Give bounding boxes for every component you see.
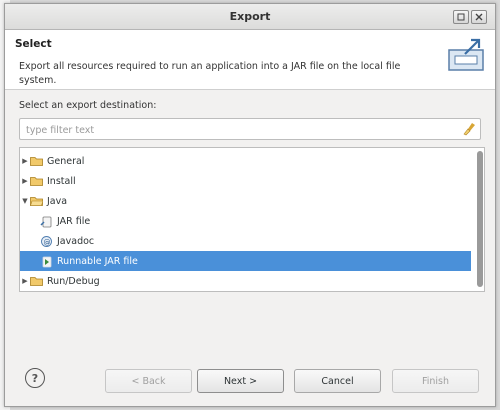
open-folder-icon xyxy=(30,197,43,206)
folder-icon xyxy=(30,177,43,186)
tree-item-label: Run/Debug xyxy=(47,275,100,287)
tree-item-label: Java xyxy=(47,195,68,207)
javadoc-icon: @ xyxy=(41,235,52,247)
export-wizard-icon xyxy=(448,38,484,71)
wizard-header: Select Export all resources required to … xyxy=(5,30,495,90)
tree-item-javadoc[interactable]: @ Javadoc xyxy=(20,231,471,251)
help-button[interactable]: ? xyxy=(25,368,45,388)
destination-tree[interactable]: ▶ General ▶ Install ▼ Java JAR file @ Ja… xyxy=(19,147,485,292)
runnable-jar-icon xyxy=(42,256,52,267)
expand-arrow-icon[interactable]: ▶ xyxy=(20,177,30,185)
tree-scrollbar[interactable] xyxy=(475,150,483,289)
export-dialog: Export Select Export all resources requi… xyxy=(4,3,496,407)
tree-item-label: JAR file xyxy=(57,215,91,227)
title-bar: Export xyxy=(5,4,495,30)
svg-text:@: @ xyxy=(44,238,51,246)
page-title: Select xyxy=(15,38,52,50)
tree-item-label: Runnable JAR file xyxy=(57,255,138,267)
back-button[interactable]: < Back xyxy=(105,369,192,393)
dialog-title: Export xyxy=(229,10,271,23)
filter-field xyxy=(19,118,481,140)
tree-item-run-debug[interactable]: ▶ Run/Debug xyxy=(20,271,471,291)
destination-label: Select an export destination: xyxy=(19,100,157,111)
minimize-button[interactable] xyxy=(453,10,469,24)
clear-filter-icon[interactable] xyxy=(462,122,476,136)
collapse-arrow-icon[interactable]: ▼ xyxy=(20,197,30,205)
folder-icon xyxy=(30,157,43,166)
next-button[interactable]: Next > xyxy=(197,369,284,393)
tree-item-java[interactable]: ▼ Java xyxy=(20,191,471,211)
finish-button[interactable]: Finish xyxy=(392,369,479,393)
scrollbar-thumb[interactable] xyxy=(477,151,483,287)
filter-input[interactable] xyxy=(24,122,458,138)
jar-icon xyxy=(40,216,52,227)
close-button[interactable] xyxy=(471,10,487,24)
expand-arrow-icon[interactable]: ▶ xyxy=(20,157,30,165)
tree-item-label: General xyxy=(47,155,85,167)
page-description: Export all resources required to run an … xyxy=(19,61,401,86)
expand-arrow-icon[interactable]: ▶ xyxy=(20,277,30,285)
minimize-icon xyxy=(457,13,465,21)
tree-item-runnable-jar-file[interactable]: Runnable JAR file xyxy=(20,251,471,271)
tree-item-install[interactable]: ▶ Install xyxy=(20,171,471,191)
tree-item-label: Install xyxy=(47,175,76,187)
folder-icon xyxy=(30,277,43,286)
tree-item-jar-file[interactable]: JAR file xyxy=(20,211,471,231)
tree-item-label: Javadoc xyxy=(57,235,95,247)
close-icon xyxy=(475,13,483,21)
cancel-button[interactable]: Cancel xyxy=(294,369,381,393)
tree-item-general[interactable]: ▶ General xyxy=(20,151,471,171)
